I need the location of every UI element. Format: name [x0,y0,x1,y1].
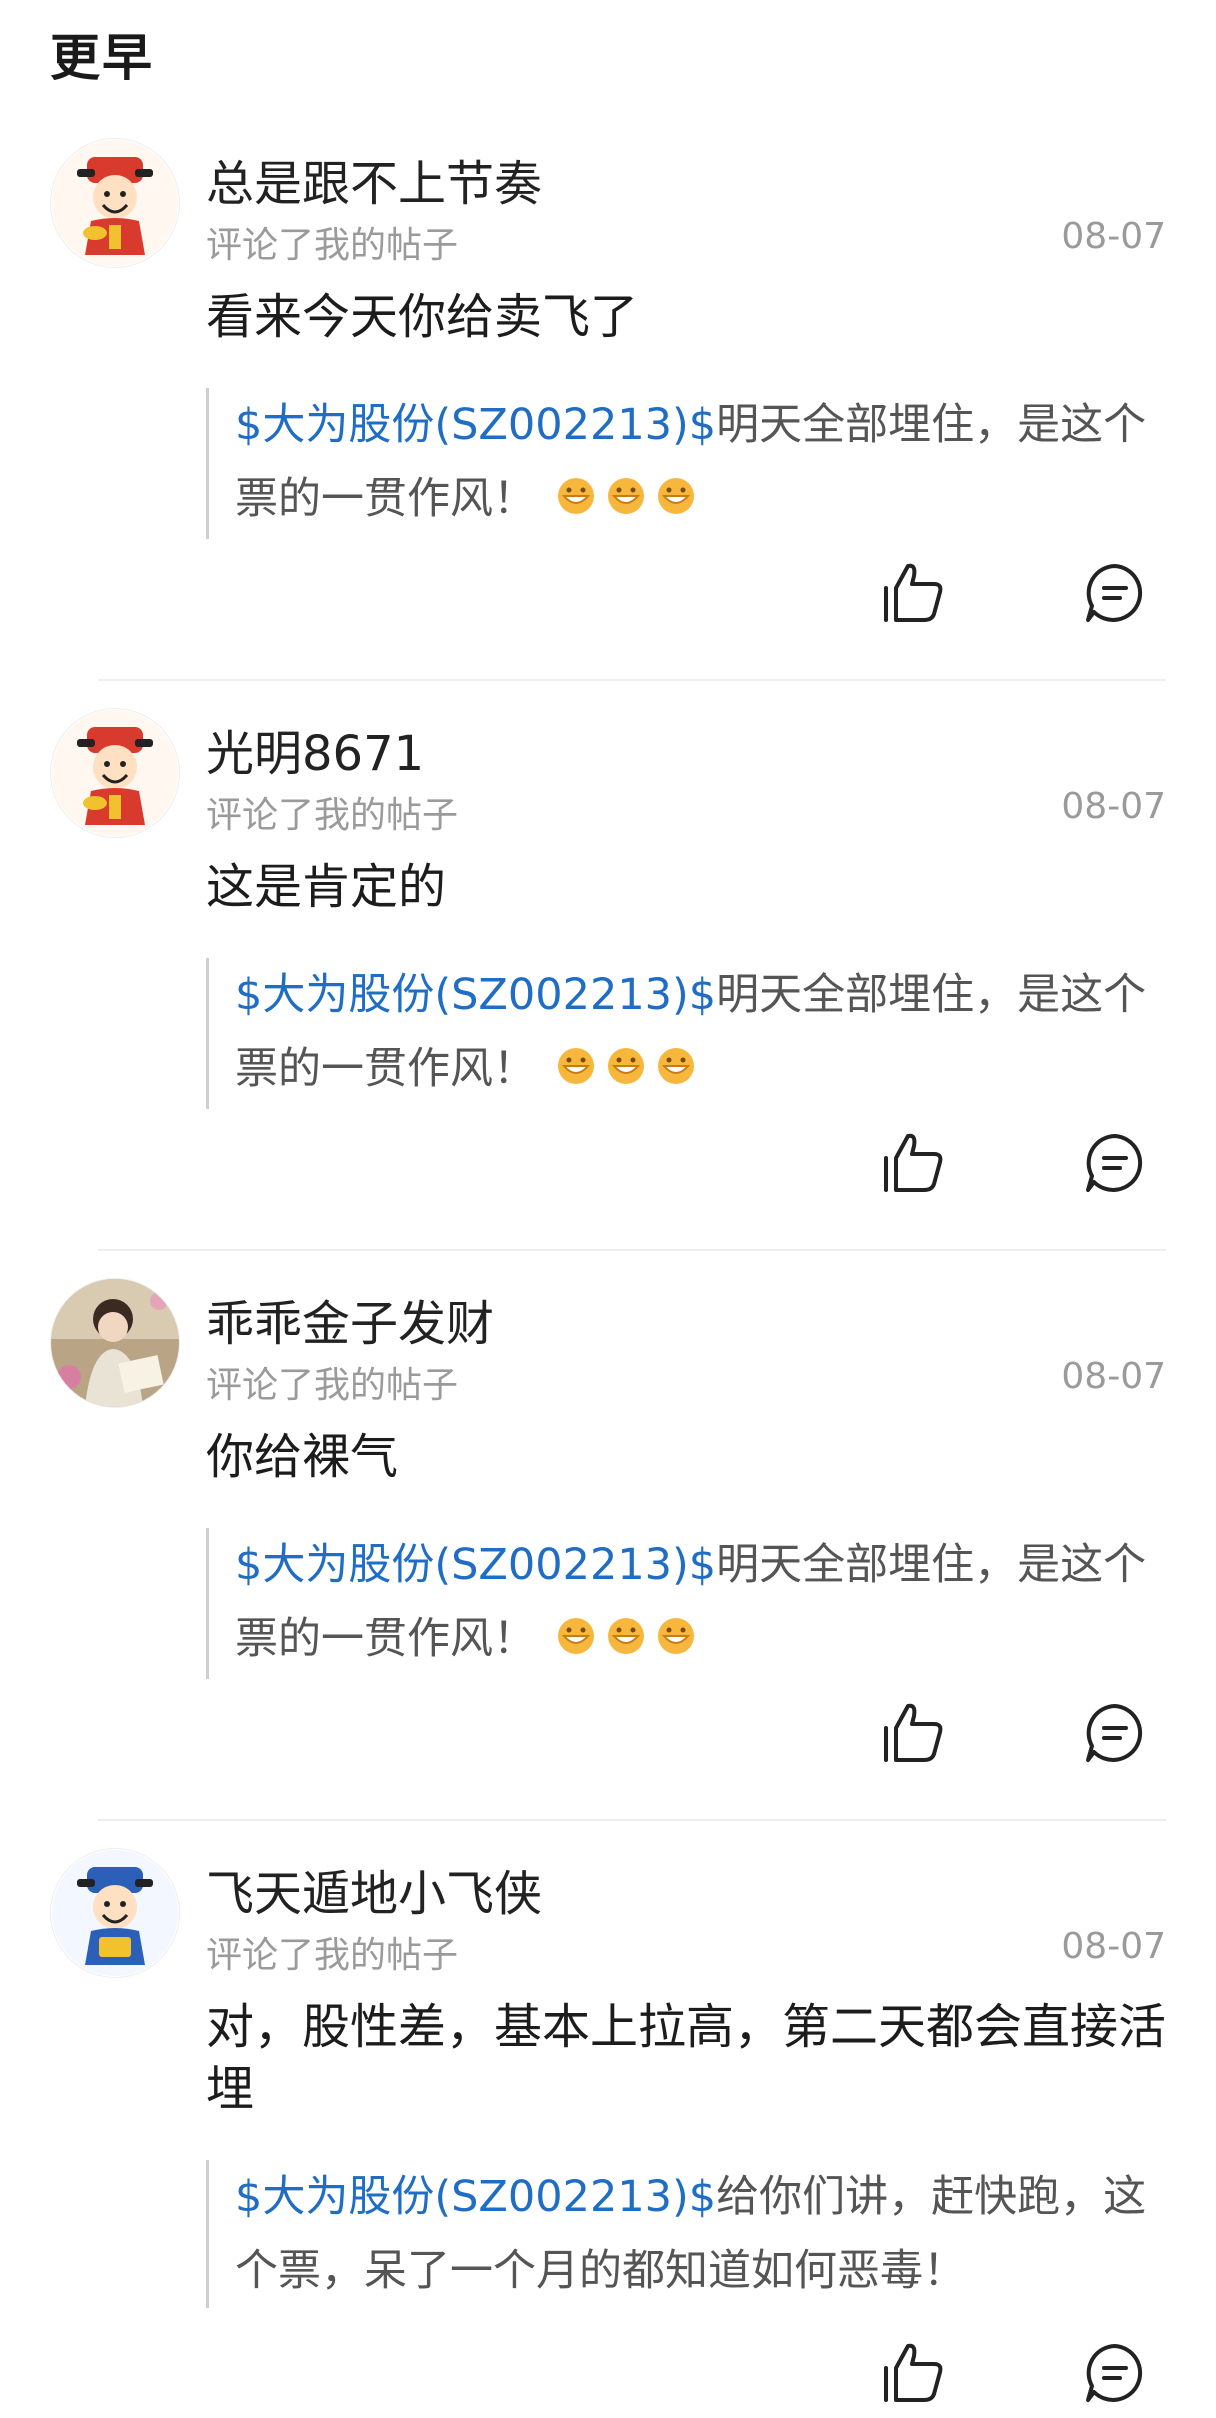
divider [98,1819,1166,1821]
grinning-face-emoji-icon [604,465,650,539]
thumbs-up-icon [884,563,943,622]
divider [98,1249,1166,1251]
username[interactable]: 光明8671 [206,714,424,784]
username[interactable]: 乖乖金子发财 [206,1284,494,1354]
reply-button[interactable] [1080,1128,1150,1198]
quoted-post[interactable]: $大为股份(SZ002213)$明天全部埋住，是这个票的一贯作风！ [206,958,1165,1109]
comment-text: 看来今天你给卖飞了 [206,289,639,345]
quoted-post[interactable]: $大为股份(SZ002213)$明天全部埋住，是这个票的一贯作风！ [206,388,1165,539]
grinning-face-emoji-icon [554,1605,600,1679]
grinning-face-emoji-icon [604,1605,650,1679]
comment-text: 对，股性差，基本上拉高，第二天都会直接活埋 [206,1999,1167,2117]
user-avatar[interactable] [50,1278,180,1408]
like-button[interactable] [878,1128,948,1198]
reply-button[interactable] [1080,2338,1150,2408]
like-button[interactable] [878,558,948,628]
divider [98,679,1166,681]
stock-link[interactable]: $大为股份(SZ002213)$ [235,400,716,450]
thumbs-up-icon [884,2343,943,2402]
notification-item[interactable]: 总是跟不上节奏 评论了我的帖子 08-07 看来今天你给卖飞了 $大为股份(SZ… [0,138,1216,681]
action-text: 评论了我的帖子 [206,795,459,836]
grinning-face-emoji-icon [654,1035,700,1109]
reply-button[interactable] [1080,558,1150,628]
section-title: 更早 [50,29,154,87]
user-avatar[interactable] [50,1848,180,1978]
username[interactable]: 总是跟不上节奏 [206,144,542,214]
reply-button[interactable] [1080,1698,1150,1768]
thumbs-up-icon [884,1133,943,1192]
stock-link[interactable]: $大为股份(SZ002213)$ [235,1540,716,1590]
action-text: 评论了我的帖子 [206,225,459,266]
thumbs-up-icon [884,1703,943,1762]
comment-bubble-icon [1086,1704,1143,1762]
user-avatar[interactable] [50,708,180,838]
comment-text: 你给裸气 [206,1429,399,1485]
quoted-post[interactable]: $大为股份(SZ002213)$给你们讲，赶快跑，这个票，呆了一个月的都知道如何… [206,2160,1165,2308]
quoted-post[interactable]: $大为股份(SZ002213)$明天全部埋住，是这个票的一贯作风！ [206,1528,1165,1679]
like-button[interactable] [878,2338,948,2408]
timestamp: 08-07 [1061,1926,1166,1967]
notification-item[interactable]: 光明8671 评论了我的帖子 08-07 这是肯定的 $大为股份(SZ00221… [0,708,1216,1251]
notification-item[interactable]: 乖乖金子发财 评论了我的帖子 08-07 你给裸气 $大为股份(SZ002213… [0,1278,1216,1821]
comment-bubble-icon [1086,1134,1143,1192]
grinning-face-emoji-icon [554,465,600,539]
grinning-face-emoji-icon [554,1035,600,1109]
grinning-face-emoji-icon [604,1035,650,1109]
comment-text: 这是肯定的 [206,859,447,915]
like-button[interactable] [878,1698,948,1768]
comment-bubble-icon [1086,2344,1143,2402]
user-avatar[interactable] [50,138,180,268]
timestamp: 08-07 [1061,1356,1166,1397]
timestamp: 08-07 [1061,786,1166,827]
grinning-face-emoji-icon [654,1605,700,1679]
action-text: 评论了我的帖子 [206,1365,459,1406]
comment-bubble-icon [1086,564,1143,622]
grinning-face-emoji-icon [654,465,700,539]
notification-item[interactable]: 飞天遁地小飞侠 评论了我的帖子 08-07 对，股性差，基本上拉高，第二天都会直… [0,1848,1216,2402]
stock-link[interactable]: $大为股份(SZ002213)$ [235,970,716,1020]
username[interactable]: 飞天遁地小飞侠 [206,1854,542,1924]
stock-link[interactable]: $大为股份(SZ002213)$ [235,2172,716,2222]
timestamp: 08-07 [1061,216,1166,257]
action-text: 评论了我的帖子 [206,1935,459,1976]
